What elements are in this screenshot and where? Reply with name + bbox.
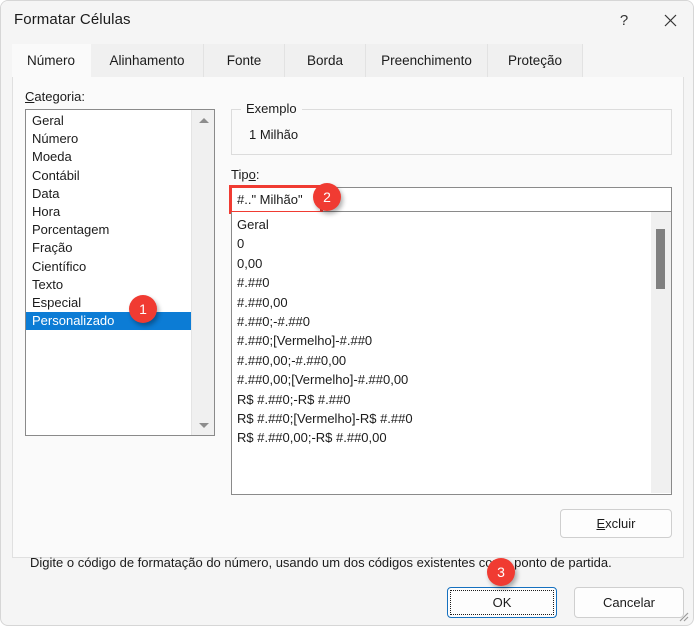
list-item[interactable]: R$ #.##0;-R$ #.##0 <box>232 390 647 409</box>
close-x-glyph <box>664 14 676 26</box>
triangle-down-icon[interactable] <box>192 415 214 435</box>
resize-grip-icon[interactable] <box>677 610 689 622</box>
tipo-accel: o <box>248 167 256 182</box>
format-list-scrollbar[interactable] <box>651 212 671 493</box>
list-item[interactable]: 0 <box>232 234 647 253</box>
tab-content-panel: Categoria: Geral Número Moeda Contábil D… <box>12 77 684 570</box>
example-legend: Exemplo <box>241 101 302 116</box>
list-item-selected[interactable]: Personalizado <box>26 312 191 331</box>
tab-protecao[interactable]: Proteção <box>488 44 583 77</box>
list-item[interactable]: #.##0,00;-#.##0,00 <box>232 351 647 370</box>
tipo-input[interactable] <box>231 187 672 212</box>
list-item[interactable]: #.##0 <box>232 273 647 292</box>
excluir-button[interactable]: Excluir <box>560 509 672 538</box>
format-cells-dialog: Formatar Células ? Número Alinhamento Fo… <box>0 0 694 626</box>
excluir-accel: E <box>596 516 606 531</box>
list-item[interactable]: Geral <box>26 112 191 130</box>
list-item[interactable]: Especial <box>26 294 191 312</box>
format-codes-listbox[interactable]: Geral 0 0,00 #.##0 #.##0,00 #.##0;-#.##0… <box>231 212 672 495</box>
category-label: Categoria: <box>25 89 85 104</box>
hint-text: Digite o código de formatação do número,… <box>30 555 612 570</box>
list-item[interactable]: #.##0;-#.##0 <box>232 312 647 331</box>
ok-button-label: OK <box>492 595 512 610</box>
list-item[interactable]: #.##0;[Vermelho]-#.##0 <box>232 331 647 350</box>
list-item[interactable]: #.##0,00 <box>232 293 647 312</box>
tipo-label: Tipo: <box>231 167 259 182</box>
list-item[interactable]: Fração <box>26 239 191 257</box>
tab-borda[interactable]: Borda <box>285 44 366 77</box>
triangle-up-icon[interactable] <box>192 110 214 130</box>
tab-numero[interactable]: Número <box>12 44 91 77</box>
category-listbox[interactable]: Geral Número Moeda Contábil Data Hora Po… <box>25 109 215 436</box>
tab-fonte[interactable]: Fonte <box>204 44 285 77</box>
dialog-title: Formatar Células <box>14 11 131 28</box>
list-item[interactable]: R$ #.##0;[Vermelho]-R$ #.##0 <box>232 409 647 428</box>
category-accel: C <box>25 89 35 104</box>
category-items: Geral Número Moeda Contábil Data Hora Po… <box>26 110 191 331</box>
list-item[interactable]: Hora <box>26 203 191 221</box>
ok-button[interactable]: OK <box>447 587 557 618</box>
list-item[interactable]: Número <box>26 130 191 148</box>
scrollbar-thumb[interactable] <box>656 229 665 289</box>
format-code-items: Geral 0 0,00 #.##0 #.##0,00 #.##0;-#.##0… <box>232 215 647 448</box>
callout-badge-2: 2 <box>313 183 341 211</box>
cancel-button[interactable]: Cancelar <box>574 587 684 618</box>
example-value: 1 Milhão <box>249 127 299 142</box>
list-item[interactable]: 0,00 <box>232 254 647 273</box>
cancel-button-label: Cancelar <box>602 595 656 610</box>
callout-badge-1: 1 <box>129 295 157 323</box>
list-item[interactable]: Geral <box>232 215 647 234</box>
tab-preenchimento[interactable]: Preenchimento <box>366 44 488 77</box>
list-item[interactable]: Contábil <box>26 167 191 185</box>
tab-alinhamento[interactable]: Alinhamento <box>91 44 204 77</box>
list-item[interactable]: Científico <box>26 258 191 276</box>
title-bar: Formatar Células ? <box>1 1 693 41</box>
category-scrollbar[interactable] <box>191 110 214 435</box>
excluir-label-rest: xcluir <box>605 516 636 531</box>
list-item[interactable]: Data <box>26 185 191 203</box>
list-item[interactable]: R$ #.##0,00;-R$ #.##0,00 <box>232 428 647 447</box>
help-icon[interactable]: ? <box>601 1 647 39</box>
tipo-label-prefix: Tip <box>231 167 249 182</box>
list-item[interactable]: Texto <box>26 276 191 294</box>
list-item[interactable]: Moeda <box>26 148 191 166</box>
tipo-label-suffix: : <box>255 167 260 182</box>
list-item[interactable]: Porcentagem <box>26 221 191 239</box>
list-item[interactable]: #.##0,00;[Vermelho]-#.##0,00 <box>232 370 647 389</box>
tab-strip: Número Alinhamento Fonte Borda Preenchim… <box>1 41 693 77</box>
callout-badge-3: 3 <box>487 558 515 586</box>
category-label-rest: ategoria: <box>34 89 85 104</box>
close-icon[interactable] <box>647 1 693 39</box>
